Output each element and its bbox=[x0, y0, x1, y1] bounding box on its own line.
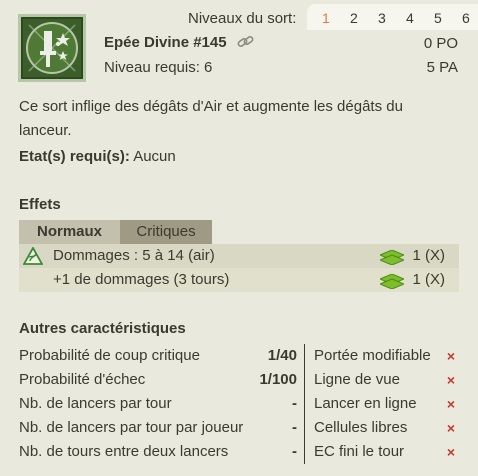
levels-label: Niveaux du sort: bbox=[188, 10, 297, 27]
x-icon: × bbox=[446, 420, 455, 436]
link-icon[interactable] bbox=[237, 34, 255, 50]
characteristic-value: 1/40 bbox=[267, 347, 297, 364]
characteristic-value: 1/100 bbox=[259, 371, 297, 388]
characteristic-row: Probabilité d'échec 1/100 Ligne de vue × bbox=[19, 368, 459, 392]
level-tab-4[interactable]: 4 bbox=[406, 10, 414, 26]
range-cost: 0 PO bbox=[423, 35, 458, 52]
level-tab-3[interactable]: 3 bbox=[378, 10, 386, 26]
characteristic-row: Nb. de tours entre deux lancers - EC fin… bbox=[19, 440, 459, 464]
property-label: Lancer en ligne bbox=[314, 395, 417, 412]
tab-critiques[interactable]: Critiques bbox=[120, 220, 212, 244]
characteristic-label: Nb. de tours entre deux lancers bbox=[19, 443, 229, 460]
property-label: EC fini le tour bbox=[314, 443, 405, 460]
characteristic-value: - bbox=[292, 419, 297, 436]
level-tab-6[interactable]: 6 bbox=[462, 10, 470, 26]
required-states-value: Aucun bbox=[133, 148, 176, 165]
tab-normaux[interactable]: Normaux bbox=[19, 220, 120, 244]
zone-icon bbox=[378, 273, 406, 290]
characteristics-title: Autres caractéristiques bbox=[19, 320, 186, 337]
level-required: Niveau requis: 6 bbox=[104, 59, 213, 76]
effect-quantity: 1 (X) bbox=[412, 271, 445, 288]
required-states: Etat(s) requi(s): Aucun bbox=[19, 148, 176, 165]
air-element-icon bbox=[22, 246, 44, 265]
effect-text: Dommages : 5 à 14 (air) bbox=[53, 247, 215, 264]
characteristic-row: Probabilité de coup critique 1/40 Portée… bbox=[19, 344, 459, 368]
property-label: Ligne de vue bbox=[314, 371, 400, 388]
characteristic-row: Nb. de lancers par tour par joueur - Cel… bbox=[19, 416, 459, 440]
effect-quantity: 1 (X) bbox=[412, 247, 445, 264]
effect-row: Dommages : 5 à 14 (air) 1 (X) bbox=[19, 244, 459, 268]
characteristic-value: - bbox=[292, 395, 297, 412]
x-icon: × bbox=[446, 444, 455, 460]
level-tab-2[interactable]: 2 bbox=[350, 10, 358, 26]
characteristic-label: Nb. de lancers par tour par joueur bbox=[19, 419, 244, 436]
zone-icon bbox=[378, 249, 406, 266]
effect-text: +1 de dommages (3 tours) bbox=[53, 271, 230, 288]
level-tab-5[interactable]: 5 bbox=[434, 10, 442, 26]
x-icon: × bbox=[446, 372, 455, 388]
property-label: Cellules libres bbox=[314, 419, 408, 436]
effect-row: +1 de dommages (3 tours) 1 (X) bbox=[19, 268, 459, 292]
spell-description: Ce sort inflige des dégâts d'Air et augm… bbox=[19, 98, 403, 139]
spell-name: Epée Divine #145 bbox=[104, 34, 227, 51]
characteristic-label: Nb. de lancers par tour bbox=[19, 395, 172, 412]
action-point-cost: 5 PA bbox=[426, 59, 458, 76]
characteristic-row: Nb. de lancers par tour - Lancer en lign… bbox=[19, 392, 459, 416]
levels-tabs: 1 2 3 4 5 6 bbox=[307, 4, 478, 30]
characteristic-value: - bbox=[292, 443, 297, 460]
x-icon: × bbox=[446, 396, 455, 412]
characteristic-label: Probabilité de coup critique bbox=[19, 347, 200, 364]
required-states-label: Etat(s) requi(s): bbox=[19, 148, 130, 165]
x-icon: × bbox=[446, 348, 455, 364]
effects-title: Effets bbox=[19, 196, 61, 213]
level-tab-1[interactable]: 1 bbox=[322, 10, 330, 26]
sword-stars-spell-icon bbox=[18, 14, 86, 82]
property-label: Portée modifiable bbox=[314, 347, 431, 364]
characteristic-label: Probabilité d'échec bbox=[19, 371, 146, 388]
